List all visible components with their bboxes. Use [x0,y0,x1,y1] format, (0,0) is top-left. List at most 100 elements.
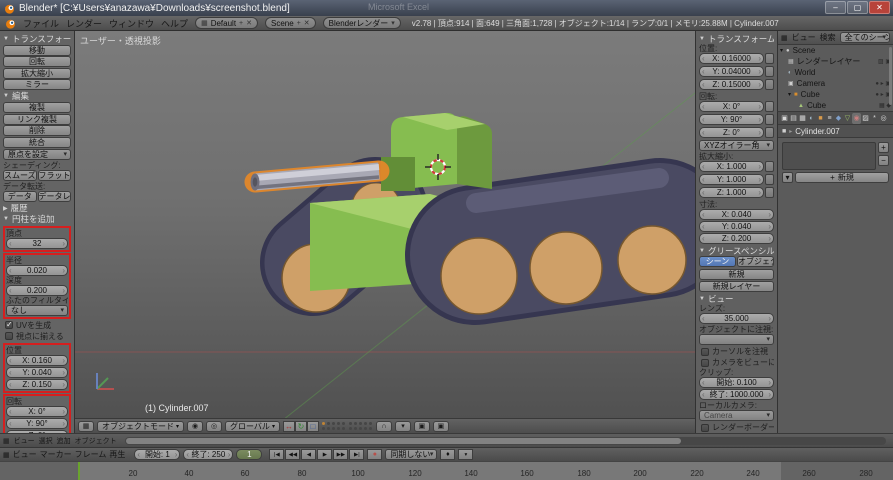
shade-smooth-button[interactable]: スムーズ [3,170,37,181]
lock-icon[interactable] [765,114,774,125]
lock-to-object-dropdown[interactable] [699,334,774,345]
tab-object-icon[interactable]: ■ [816,113,825,124]
checkbox-icon[interactable] [5,332,13,340]
panel-header-transform[interactable]: ▼ トランスフォーム [699,33,774,44]
menu-file[interactable]: ファイル [23,17,59,30]
gp-new-button[interactable]: 新規 [699,269,774,280]
3d-viewport[interactable]: ユーザー・透視投影 (1) Cylinder.007 [75,31,695,418]
new-material-button[interactable]: + 新規 [795,172,889,183]
maximize-button[interactable]: ▢ [847,1,868,14]
checkbox-icon[interactable] [5,320,13,329]
shade-flat-button[interactable]: フラット [37,170,71,181]
prev-keyframe-button[interactable]: ◀◀ [285,449,301,460]
gp-new-layer-button[interactable]: 新規レイヤー [699,281,774,292]
layers-widget[interactable] [321,421,373,431]
checkbox-icon[interactable] [701,358,709,367]
location-x-field[interactable]: X: 0.16000 [699,53,764,64]
panel-header-add-cylinder[interactable]: ▼ 円柱を追加 [3,214,71,225]
snap-magnet-icon[interactable]: ∩ [375,420,392,432]
clip-end-field[interactable]: 終了: 1000.000 [699,389,774,400]
scale-manipulator-icon[interactable]: □ [306,420,319,432]
dimensions-x-field[interactable]: X: 0.040 [699,209,774,220]
dimensions-y-field[interactable]: Y: 0.040 [699,221,774,232]
outliner-search-menu[interactable]: 検索 [820,32,836,43]
lock-icon[interactable] [765,66,774,77]
duplicate-button[interactable]: 複製 [3,102,71,113]
jump-to-end-button[interactable]: ▶| [349,449,365,460]
tab-particles-icon[interactable]: * [870,113,879,124]
lock-camera-row[interactable]: カメラをビューにロ [699,357,774,368]
render-engine-selector[interactable]: Blenderレンダー ▾ [322,17,401,29]
lock-icon[interactable] [765,79,774,90]
rotate-manipulator-icon[interactable]: ↻ [294,420,307,432]
generate-uv-row[interactable]: UVを生成 [3,320,71,331]
timeline-menu-view[interactable]: ビュー [13,449,37,460]
outliner-view-menu[interactable]: ビュー [792,32,816,43]
rotation-z-field[interactable]: Z: 0° [699,127,764,138]
outliner-item-camera[interactable]: ▣ Camera ● ▸ ▣ [778,78,893,89]
sync-mode-dropdown[interactable]: 同期しない [385,449,438,460]
editor-type-icon[interactable]: ▦ [3,437,10,445]
join-button[interactable]: 統合 [3,136,71,148]
play-reverse-button[interactable]: ◀ [301,449,317,460]
menu-window[interactable]: ウィンドウ [109,17,154,30]
gp-object-toggle[interactable]: オブジェクト [737,256,774,267]
menu-help[interactable]: ヘルプ [161,17,188,30]
lens-field[interactable]: 35.000 [699,313,774,324]
add-layout-icon[interactable]: + [239,20,243,27]
record-button[interactable]: ● [367,449,383,460]
timeline-menu-marker[interactable]: マーカー [40,449,72,460]
tab-texture-icon[interactable]: ▨ [861,113,870,124]
location-x-field[interactable]: X: 0.160 [6,354,68,366]
browse-material-icon[interactable]: ▾ [782,172,793,183]
lock-to-cursor-row[interactable]: カーソルを注視 [699,346,774,357]
pivot-point-icon[interactable]: ◎ [206,420,223,432]
horizontal-scrollbar[interactable] [124,436,886,445]
panel-header-transform[interactable]: ▼ トランスフォーム [3,33,71,44]
delete-button[interactable]: 削除 [3,125,71,136]
close-button[interactable]: ✕ [869,1,890,14]
panel-header-history[interactable]: ▶ 履歴 [3,203,71,214]
scale-button[interactable]: 拡大縮小 [3,67,71,79]
tab-object-data-icon[interactable]: ▽ [843,113,852,124]
timeline-menu-playback[interactable]: 再生 [109,449,125,460]
breadcrumb-object-name[interactable]: Cylinder.007 [795,127,839,136]
viewport-menu-select[interactable]: 選択 [39,436,53,446]
lock-icon[interactable] [765,101,774,112]
add-slot-button[interactable]: + [878,142,889,153]
clip-start-field[interactable]: 開始: 0.100 [699,377,774,388]
scene-selector[interactable]: Scene + ✕ [265,17,316,29]
timeline-menu-frame[interactable]: フレーム [75,449,107,460]
panel-header-edit[interactable]: ▼ 編集 [3,91,71,102]
jump-to-start-button[interactable]: |◀ [269,449,285,460]
frame-start-field[interactable]: 開始: 1 [134,449,181,460]
scale-z-field[interactable]: Z: 1.000 [699,187,764,198]
outliner-scrollbar[interactable] [889,47,892,105]
tab-world-icon[interactable]: ◐ [807,113,816,124]
scale-y-field[interactable]: Y: 1.000 [699,174,764,185]
rotation-x-field[interactable]: X: 0° [6,405,68,417]
expand-arrow-icon[interactable]: ▾ [780,48,783,54]
remove-slot-button[interactable]: − [878,155,889,166]
tab-material-icon[interactable]: ◉ [852,112,861,124]
opengl-render-anim-icon[interactable]: ▣ [432,420,449,432]
viewport-menu-add[interactable]: 追加 [57,436,71,446]
outliner-display-dropdown[interactable]: 全てのシーン [839,32,890,43]
outliner-item-world[interactable]: ◐ World [778,67,893,78]
data-transfer-button[interactable]: データ [3,191,37,202]
rotation-x-field[interactable]: X: 0° [699,101,764,112]
minimize-button[interactable]: – [825,1,846,14]
gp-scene-toggle[interactable]: シーン [699,256,736,267]
snap-mode-icon[interactable]: ▾ [394,420,411,432]
set-origin-menu[interactable]: 原点を設定 [3,148,71,160]
scrollbar-thumb[interactable] [125,437,682,444]
tab-scene-icon[interactable]: ▤ [789,113,798,124]
checkbox-icon[interactable] [701,423,709,432]
screen-layout-selector[interactable]: ▦ Default + ✕ [195,17,259,29]
location-z-field[interactable]: Z: 0.150 [6,378,68,390]
vertices-field[interactable]: 32 [6,237,68,249]
tab-render-layers-icon[interactable]: ▦ [798,113,807,124]
checkbox-icon[interactable] [701,347,709,356]
frame-end-field[interactable]: 終了: 250 [183,449,234,460]
translate-manipulator-icon[interactable]: ↔ [282,420,295,432]
